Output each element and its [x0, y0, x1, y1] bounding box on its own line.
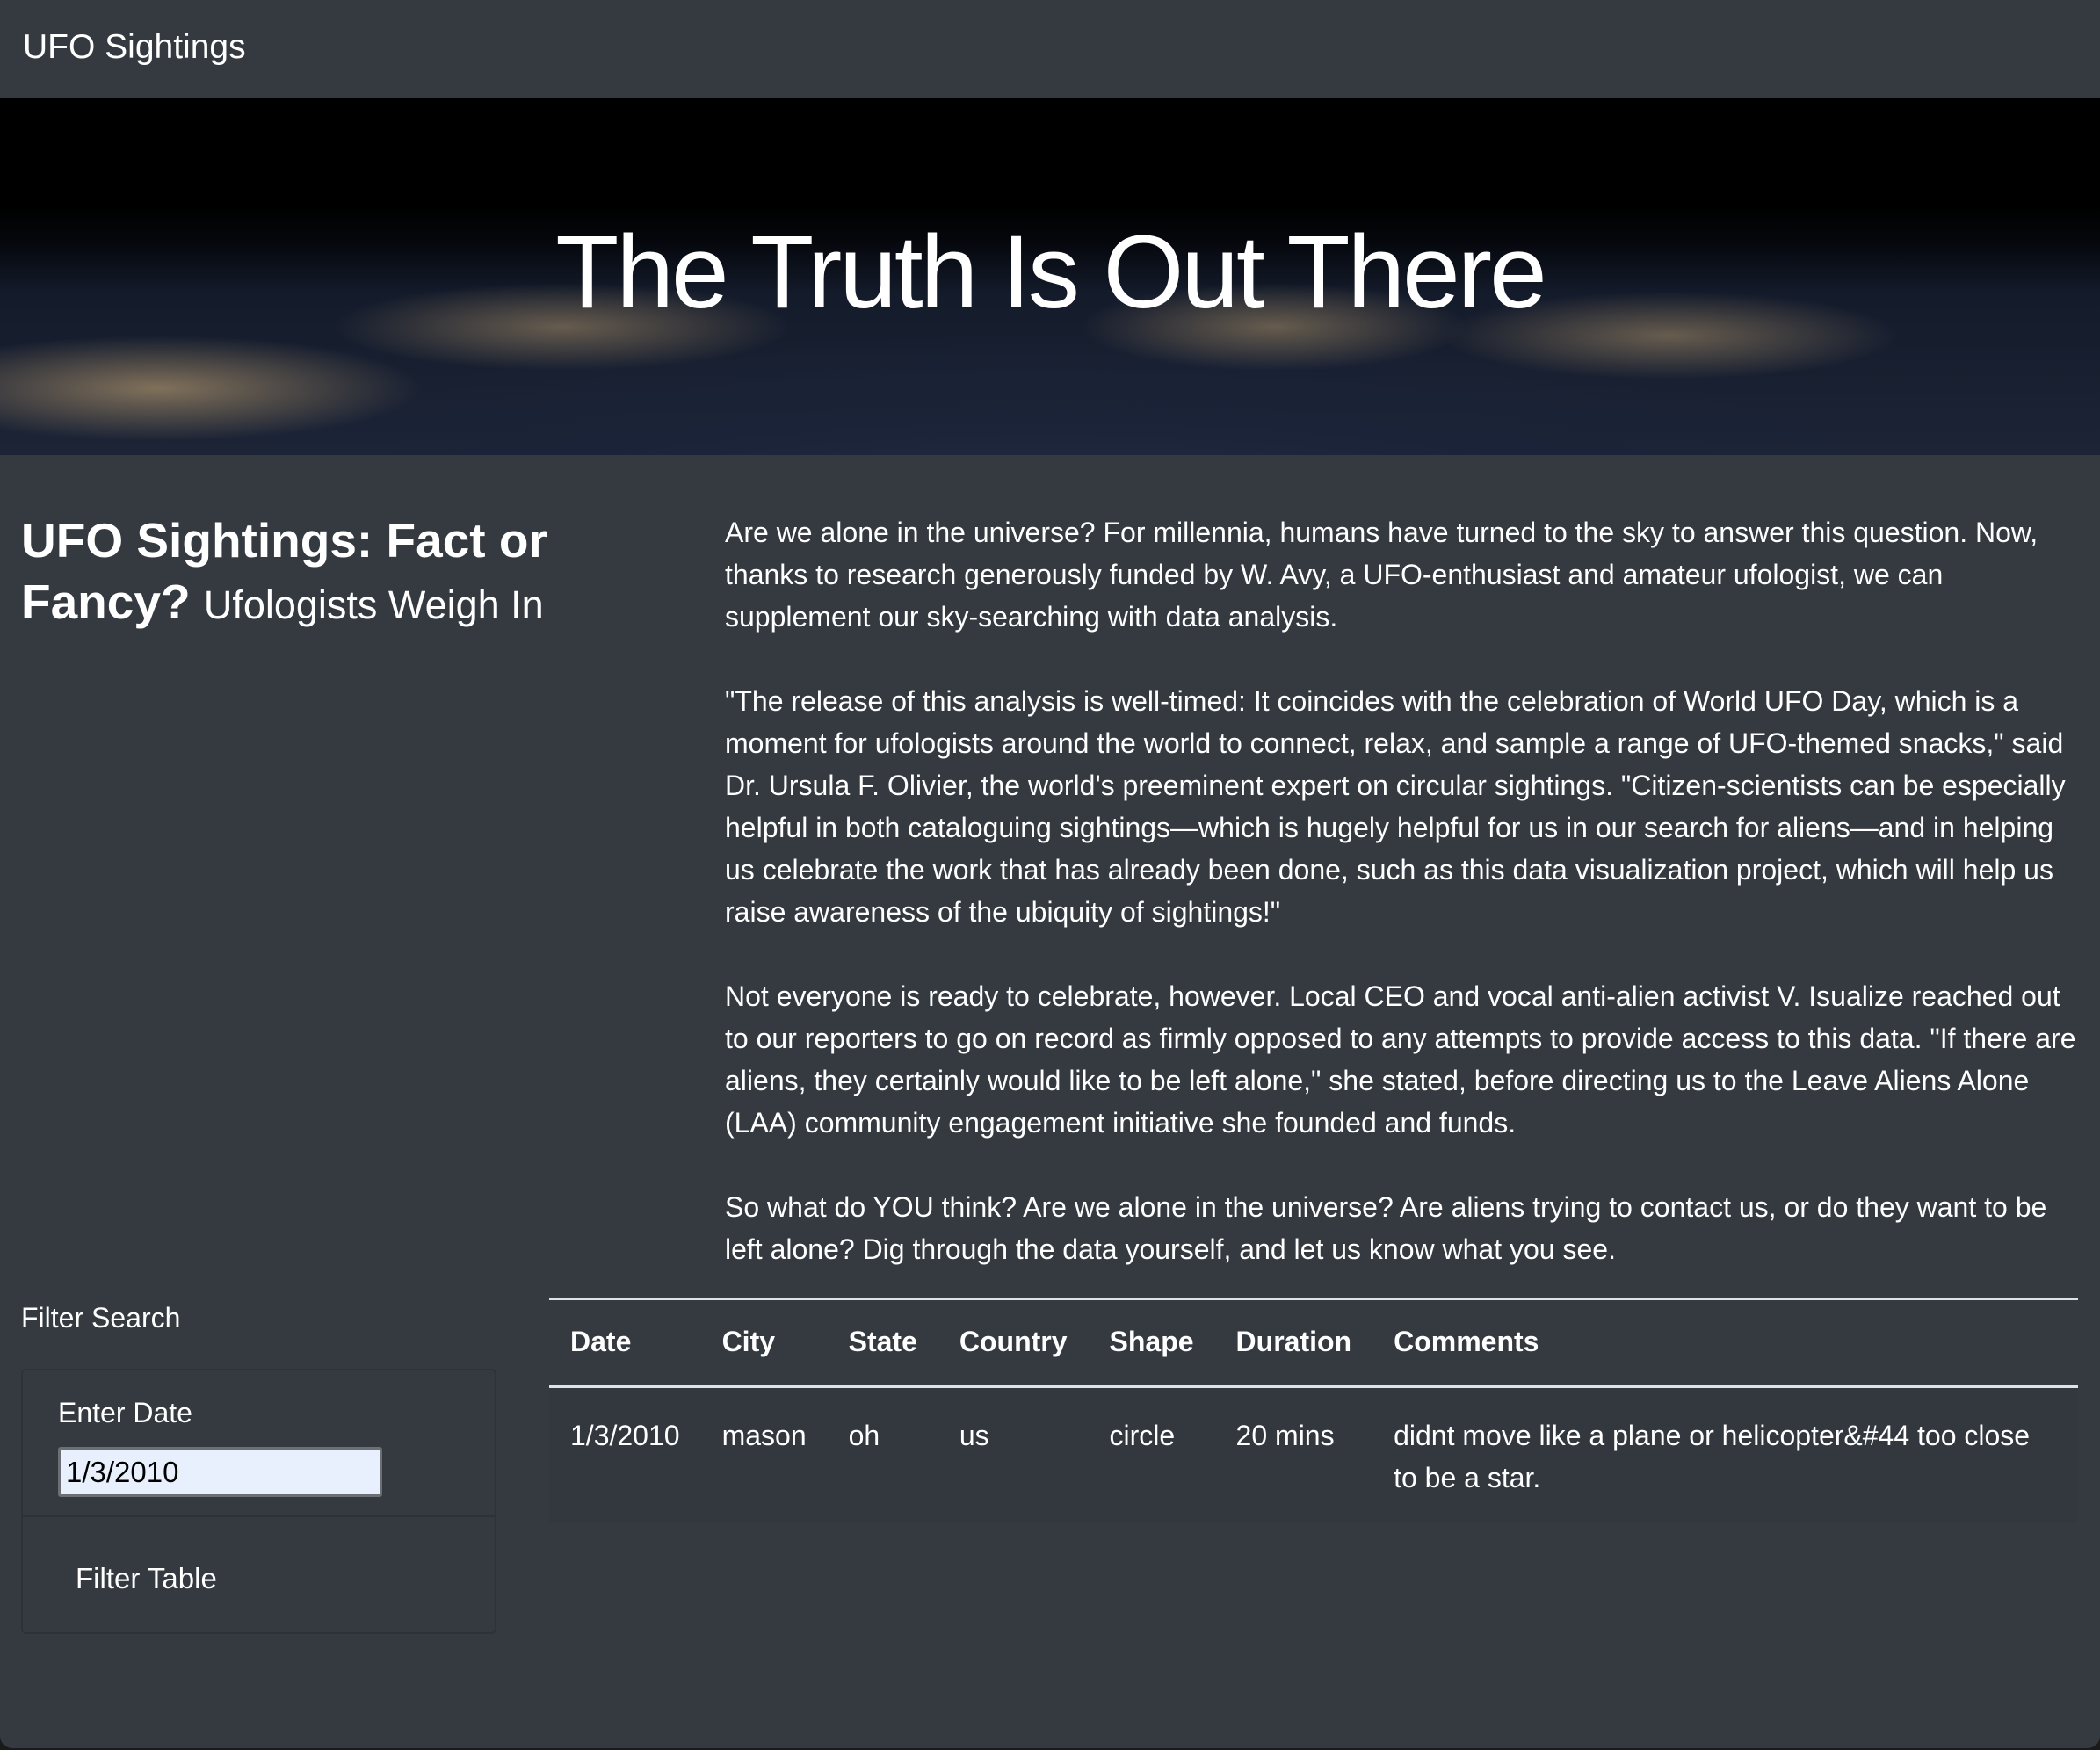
table-row: 1/3/2010 mason oh us circle 20 mins didn…: [549, 1385, 2078, 1523]
hero-banner: The Truth Is Out There: [0, 98, 2100, 455]
cell-city: mason: [700, 1385, 828, 1523]
article-paragraph: So what do YOU think? Are we alone in th…: [725, 1191, 2047, 1265]
ufo-table: Date City State Country Shape Duration C…: [549, 1298, 2078, 1523]
filter-search-title: Filter Search: [21, 1302, 181, 1334]
cell-shape: circle: [1088, 1385, 1215, 1523]
date-label: Enter Date: [58, 1397, 192, 1428]
article-paragraph: Are we alone in the universe? For millen…: [725, 517, 2038, 633]
column-header-date: Date: [549, 1298, 701, 1388]
cell-comments: didnt move like a plane or helicopter&#4…: [1372, 1385, 2078, 1523]
page-heading: UFO Sightings: Fact or Fancy? Ufologists…: [21, 510, 566, 636]
column-header-shape: Shape: [1088, 1298, 1215, 1388]
page: UFO Sightings The Truth Is Out There UFO…: [0, 0, 2100, 1748]
column-header-state: State: [827, 1298, 938, 1388]
column-header-duration: Duration: [1214, 1298, 1373, 1388]
date-input[interactable]: [58, 1447, 382, 1497]
cell-state: oh: [827, 1385, 938, 1523]
navbar: UFO Sightings: [0, 0, 2100, 98]
hero-title: The Truth Is Out There: [555, 214, 1546, 330]
filter-table-button[interactable]: Filter Table: [76, 1562, 217, 1595]
cell-date: 1/3/2010: [549, 1385, 701, 1523]
cell-duration: 20 mins: [1214, 1385, 1373, 1523]
navbar-brand[interactable]: UFO Sightings: [23, 28, 246, 67]
article: Are we alone in the universe? For millen…: [725, 511, 2082, 1312]
filter-card: Enter Date Filter Table: [21, 1369, 496, 1634]
article-paragraph: Not everyone is ready to celebrate, howe…: [725, 980, 2076, 1139]
column-header-city: City: [700, 1298, 828, 1388]
cell-country: us: [938, 1385, 1089, 1523]
column-header-country: Country: [938, 1298, 1089, 1388]
column-header-comments: Comments: [1372, 1298, 2078, 1388]
heading-subtitle: Ufologists Weigh In: [203, 582, 544, 627]
article-paragraph: "The release of this analysis is well-ti…: [725, 685, 2066, 928]
